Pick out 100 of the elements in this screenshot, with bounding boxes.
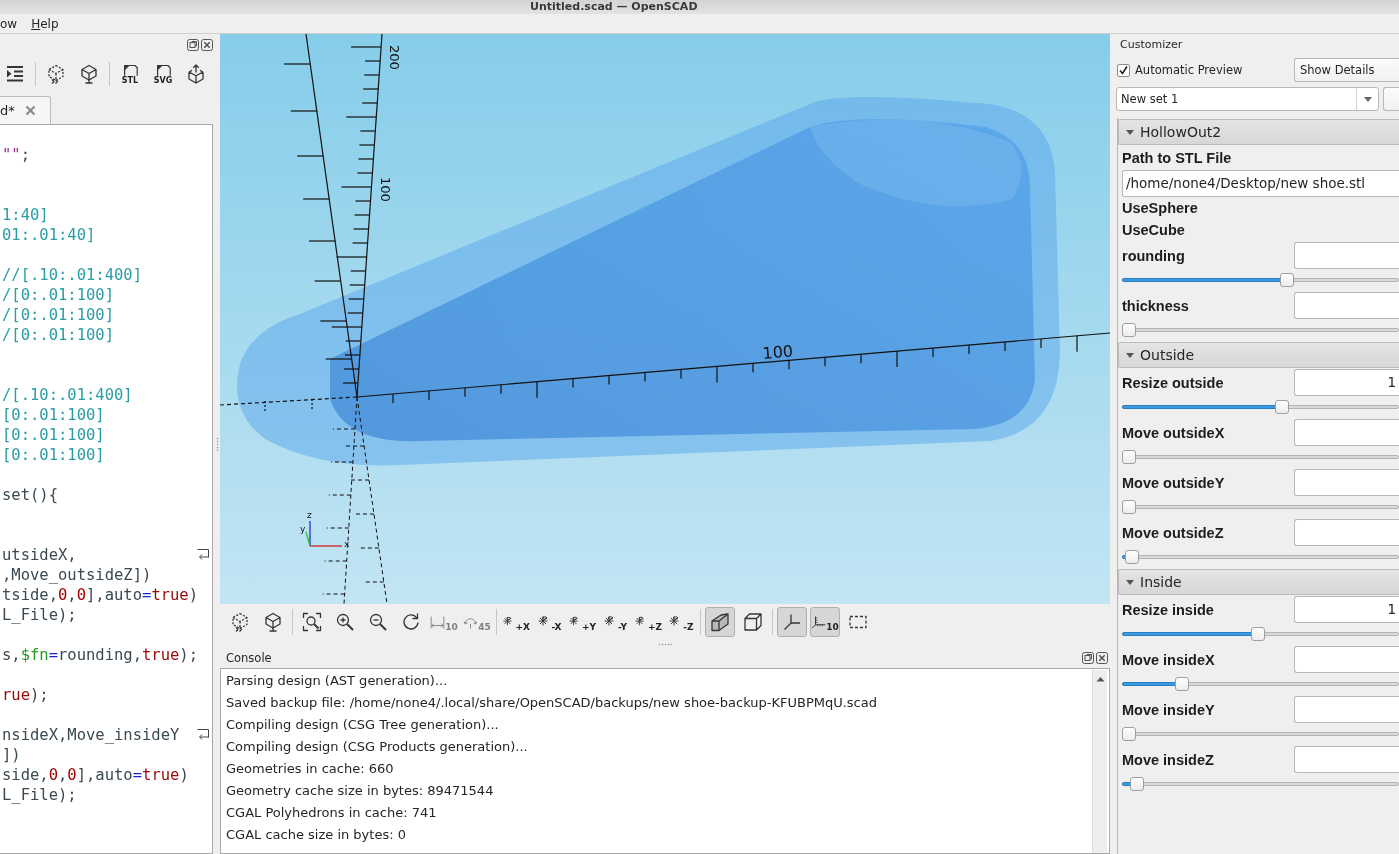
slider-track[interactable] bbox=[1122, 550, 1399, 564]
splitter-grip-icon[interactable] bbox=[658, 642, 672, 646]
code-line: [0:.01:100] bbox=[2, 445, 105, 465]
code-line: [0:.01:100] bbox=[2, 425, 105, 445]
ruler-arrows-icon bbox=[430, 614, 446, 630]
checkbox-label[interactable]: Automatic Preview bbox=[1135, 63, 1243, 77]
text-field[interactable]: /home/none4/Desktop/new shoe.stl bbox=[1122, 170, 1399, 197]
close-icon[interactable] bbox=[24, 105, 36, 116]
slider-track[interactable] bbox=[1122, 273, 1399, 287]
slider-track[interactable] bbox=[1122, 500, 1399, 514]
checkbox[interactable] bbox=[1117, 63, 1130, 77]
vertical-scrollbar[interactable] bbox=[1092, 670, 1107, 853]
code-line: /[0:.01:100] bbox=[2, 305, 114, 325]
details-dropdown[interactable]: Show Details bbox=[1294, 58, 1399, 82]
number-field[interactable] bbox=[1294, 469, 1399, 496]
code-line: //[.10:.01:400] bbox=[2, 265, 142, 285]
axes-icon bbox=[782, 612, 802, 632]
view-button[interactable]: -X bbox=[534, 607, 564, 637]
group-header[interactable]: Outside bbox=[1118, 342, 1399, 368]
document-icon bbox=[154, 63, 172, 76]
slider-track[interactable] bbox=[1122, 627, 1399, 641]
3d-viewport[interactable]: 200 100 100 z y x bbox=[220, 34, 1110, 604]
slider-handle[interactable] bbox=[1122, 450, 1136, 464]
panel-title: Console bbox=[226, 651, 272, 665]
menu-item[interactable]: ow bbox=[0, 15, 18, 32]
view-button[interactable]: +Y bbox=[567, 607, 597, 637]
float-icon[interactable] bbox=[187, 39, 199, 51]
param-label: Move insideZ bbox=[1121, 751, 1215, 768]
number-field[interactable] bbox=[1294, 746, 1399, 773]
param-label: Move insideY bbox=[1121, 701, 1216, 718]
float-icon[interactable] bbox=[1082, 652, 1094, 664]
view-button[interactable]: -Y bbox=[600, 607, 630, 637]
param-label: thickness bbox=[1121, 297, 1190, 314]
group-header[interactable]: HollowOut2 bbox=[1118, 119, 1399, 145]
close-icon[interactable] bbox=[1096, 652, 1108, 664]
caret-icon bbox=[1363, 96, 1372, 102]
slider-track[interactable] bbox=[1122, 727, 1399, 741]
number-field[interactable]: 1 bbox=[1294, 596, 1399, 623]
axis-label: 200 bbox=[387, 45, 402, 70]
slider-handle[interactable] bbox=[1129, 777, 1144, 791]
view-button[interactable]: +Z bbox=[633, 607, 663, 637]
number-field[interactable] bbox=[1294, 419, 1399, 446]
slider-handle[interactable] bbox=[1274, 400, 1289, 414]
editor-tab[interactable]: d* bbox=[0, 96, 51, 124]
code-line: 01:.01:40] bbox=[2, 225, 96, 245]
console-line: Parsing design (AST generation)... bbox=[226, 672, 449, 690]
number-field[interactable] bbox=[1294, 646, 1399, 673]
axes-ticks-icon bbox=[811, 614, 827, 630]
axis-label: 100 bbox=[378, 177, 393, 202]
slider-handle[interactable] bbox=[1122, 500, 1136, 514]
param-label: Move outsideX bbox=[1121, 424, 1226, 441]
number-field[interactable] bbox=[1294, 242, 1399, 269]
preset-dropdown[interactable]: New set 1 bbox=[1116, 87, 1379, 111]
zoom-out-icon bbox=[368, 612, 388, 632]
document-icon bbox=[121, 63, 139, 76]
slider-handle[interactable] bbox=[1122, 323, 1136, 337]
code-line: rue); bbox=[2, 685, 49, 705]
console-line: Compiling design (CSG Tree generation)... bbox=[226, 716, 500, 734]
circular-arrow-icon bbox=[401, 612, 421, 632]
show-axes-button[interactable] bbox=[777, 607, 807, 637]
menu-item[interactable]: Help bbox=[31, 15, 59, 32]
window-title: Untitled.scad — OpenSCAD bbox=[530, 0, 698, 14]
slider-handle[interactable] bbox=[1124, 550, 1139, 564]
slider-track[interactable] bbox=[1122, 400, 1399, 414]
caret-icon bbox=[1126, 578, 1134, 586]
code-line: [0:.01:100] bbox=[2, 405, 105, 425]
param-label: Move insideX bbox=[1121, 651, 1216, 668]
number-field[interactable]: 1 bbox=[1294, 369, 1399, 396]
code-line: utsideX, bbox=[2, 545, 77, 565]
slider-handle[interactable] bbox=[1279, 273, 1294, 287]
slider-track[interactable] bbox=[1122, 777, 1399, 791]
scale-markers-button[interactable]: 10 bbox=[810, 607, 840, 637]
axes-gizmo-icon bbox=[305, 520, 343, 547]
view-button[interactable]: -Z bbox=[666, 607, 696, 637]
zoom-all-icon bbox=[302, 612, 322, 632]
slider-handle[interactable] bbox=[1250, 627, 1265, 641]
axis-label: 100 bbox=[761, 341, 794, 363]
close-icon[interactable] bbox=[201, 39, 213, 51]
caret-icon bbox=[1126, 351, 1134, 359]
code-line: s,$fn=rounding,true); bbox=[2, 645, 198, 665]
export-button[interactable]: STL bbox=[117, 60, 143, 88]
slider-track[interactable] bbox=[1122, 450, 1399, 464]
param-label: Resize outside bbox=[1121, 374, 1225, 391]
splitter-grip-icon[interactable] bbox=[216, 437, 219, 451]
slider-handle[interactable] bbox=[1174, 677, 1189, 691]
slider-track[interactable] bbox=[1122, 323, 1399, 337]
console-line: CGAL cache size in bytes: 0 bbox=[226, 826, 407, 844]
up-arrow-icon[interactable] bbox=[1095, 676, 1105, 682]
number-field[interactable] bbox=[1294, 292, 1399, 319]
preset-action-button[interactable] bbox=[1383, 87, 1399, 111]
zoom-in-icon bbox=[335, 612, 355, 632]
number-field[interactable] bbox=[1294, 519, 1399, 546]
group-header[interactable]: Inside bbox=[1118, 569, 1399, 595]
slider-track[interactable] bbox=[1122, 677, 1399, 691]
export-button[interactable]: SVG bbox=[150, 60, 176, 88]
view-button[interactable]: +X bbox=[501, 607, 531, 637]
number-field[interactable] bbox=[1294, 696, 1399, 723]
perspective-button[interactable] bbox=[705, 607, 735, 637]
axis-letter: z bbox=[307, 510, 312, 520]
slider-handle[interactable] bbox=[1122, 727, 1136, 741]
